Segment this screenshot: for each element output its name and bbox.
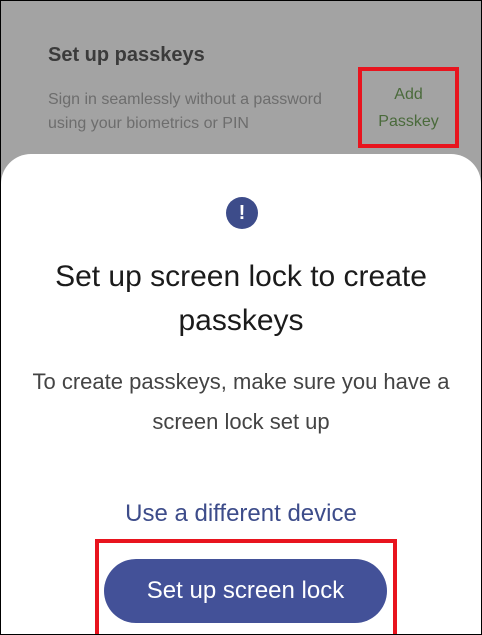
passkeys-card-title: Set up passkeys [48,44,205,66]
dialog-body: To create passkeys, make sure you have a… [32,369,450,434]
add-passkey-label-line2: Passkey [378,113,439,130]
add-passkey-label-line1: Add [394,86,423,103]
add-passkey-button[interactable]: Add Passkey [358,67,459,148]
exclamation-circle-icon: ! [226,197,258,229]
set-up-screen-lock-button[interactable]: Set up screen lock [104,559,387,623]
use-different-device-button[interactable]: Use a different device [81,496,401,532]
passkeys-settings-card: Set up passkeys Sign in seamlessly witho… [1,1,481,171]
passkeys-card-description: Sign in seamlessly without a password us… [48,91,322,132]
dialog-heading: Set up screen lock to create passkeys [55,260,427,337]
screen: Set up passkeys Sign in seamlessly witho… [0,0,482,635]
